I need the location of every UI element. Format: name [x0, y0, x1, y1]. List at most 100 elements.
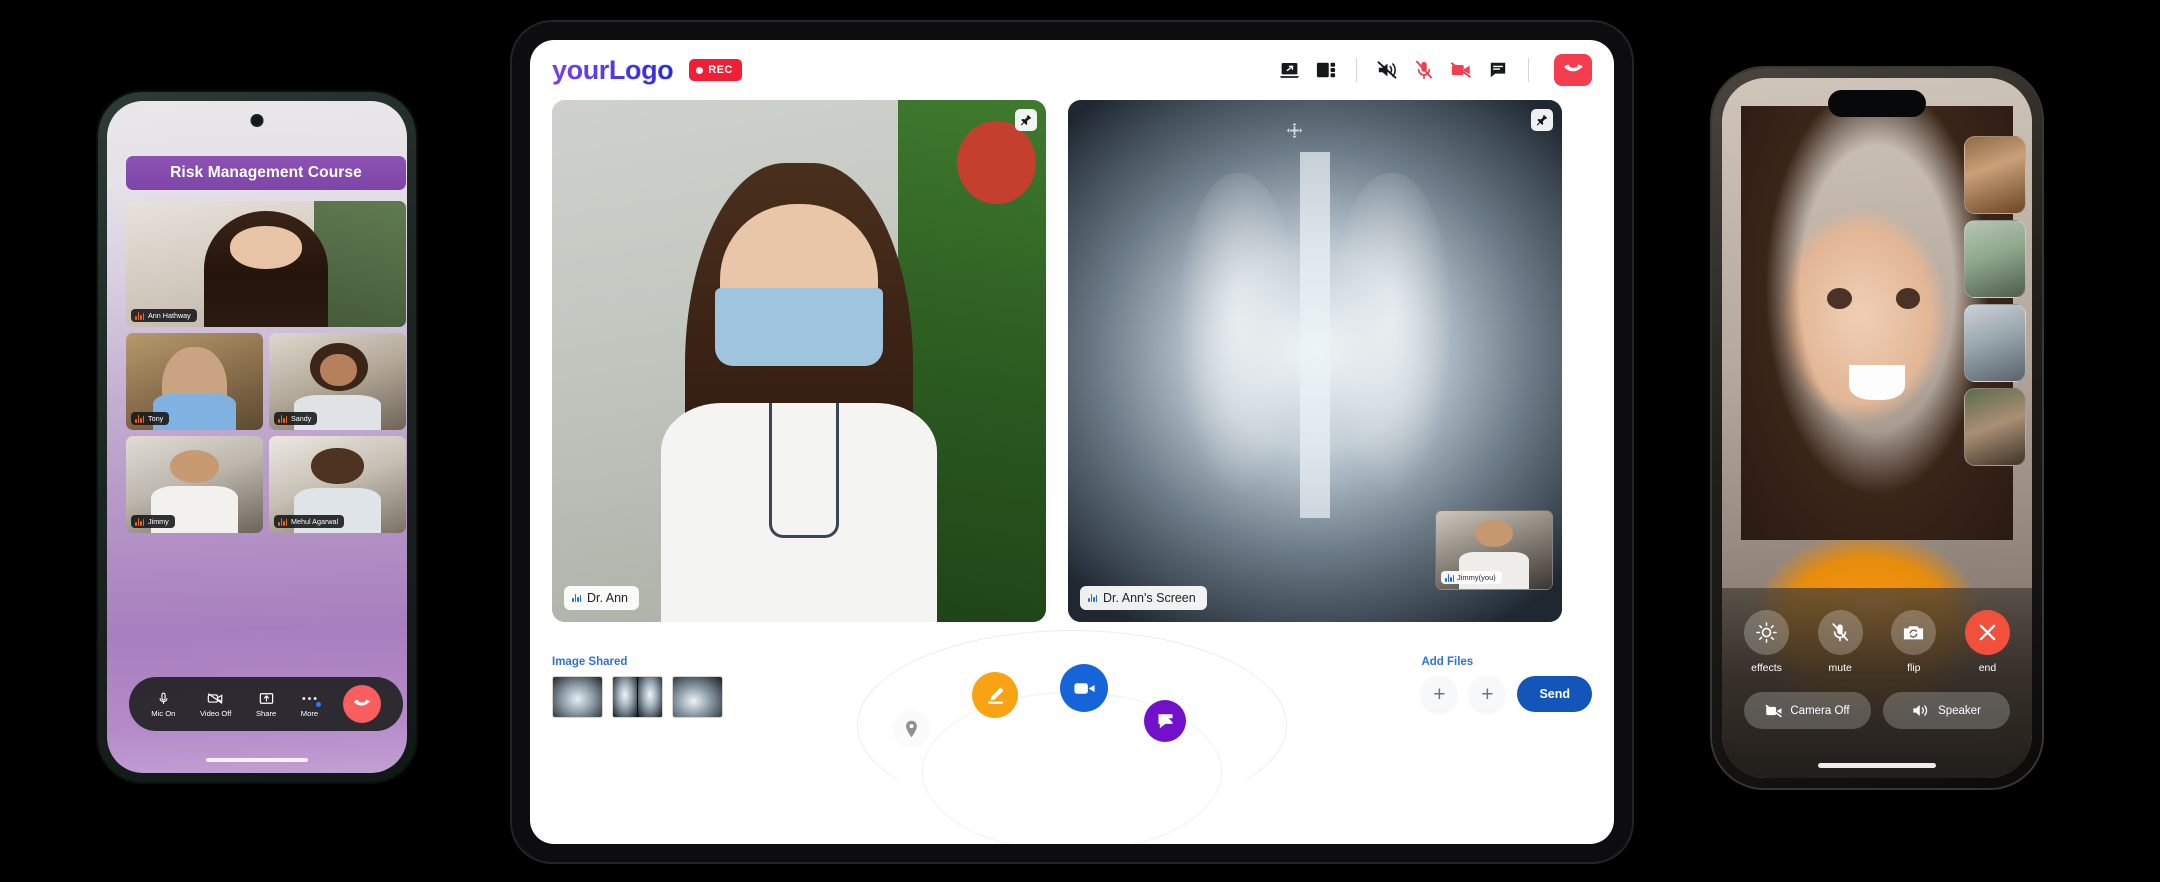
send-button[interactable]: Send: [1517, 676, 1592, 712]
audio-wave-icon: [572, 594, 581, 602]
participant-thumbnail[interactable]: [1964, 388, 2026, 466]
participant-thumbnail[interactable]: [1964, 220, 2026, 298]
video-tile-screen-share[interactable]: Jimmy(you) Dr. Ann's Screen: [1068, 100, 1562, 622]
recording-badge[interactable]: REC: [689, 59, 742, 81]
share-screen-button[interactable]: [1278, 59, 1300, 81]
shared-thumbnail[interactable]: [612, 676, 663, 718]
speaker-off-icon: [1377, 61, 1397, 79]
flip-label: flip: [1907, 662, 1921, 674]
mic-toggle-label: Mic On: [151, 708, 176, 718]
video-toggle-label: Video Off: [199, 708, 232, 718]
mic-toggle-button[interactable]: Mic On: [151, 691, 175, 718]
participant-tile-jimmy[interactable]: Jimmy: [126, 436, 263, 533]
annotate-button[interactable]: [972, 672, 1018, 718]
home-indicator: [1818, 763, 1936, 768]
audio-wave-icon: [1088, 594, 1097, 602]
speaker-label: Speaker: [1938, 704, 1981, 717]
mic-off-button[interactable]: [1413, 59, 1435, 81]
share-button[interactable]: Share: [256, 691, 276, 718]
home-indicator: [206, 758, 308, 762]
end-label: end: [1978, 662, 1997, 674]
plus-icon: +: [1433, 682, 1446, 706]
android-phone-screen: Risk Management Course Ann Hathway Tony …: [107, 101, 407, 773]
app-logo[interactable]: yourLogo: [552, 55, 674, 86]
self-view-pip[interactable]: Jimmy(you): [1435, 510, 1553, 590]
video-tile-doctor[interactable]: Dr. Ann: [552, 100, 1046, 622]
more-button[interactable]: More: [300, 691, 322, 718]
participant-tile-main[interactable]: Ann Hathway: [126, 201, 406, 327]
add-files-label: Add Files: [1421, 656, 1474, 668]
participant-thumbnail-list: [1964, 136, 2026, 472]
record-dot-icon: [696, 66, 704, 74]
bottom-panel: Image Shared Add Files + + Send: [530, 630, 1614, 844]
end-call-button[interactable]: [1554, 54, 1592, 86]
dynamic-island: [1828, 90, 1926, 117]
round-control-row: effects mute flip end: [1744, 610, 2010, 674]
share-upload-icon: [259, 692, 273, 704]
participant-name-badge: Jimmy: [131, 515, 175, 528]
shared-thumbnail[interactable]: [552, 676, 603, 718]
course-title-banner: Risk Management Course: [126, 156, 406, 190]
end-call-icon: [1564, 64, 1583, 72]
participant-tile-tony[interactable]: Tony: [126, 333, 263, 430]
mute-button[interactable]: mute: [1817, 610, 1863, 674]
end-call-button[interactable]: end: [1964, 610, 2010, 674]
open-chat-button[interactable]: [1144, 700, 1186, 742]
camera-off-button[interactable]: Camera Off: [1744, 692, 1871, 729]
audio-wave-icon: [1445, 573, 1454, 582]
share-screen-icon: [1279, 63, 1299, 78]
chat-button[interactable]: [1487, 59, 1509, 81]
end-call-icon: [354, 699, 370, 706]
shared-thumbnail[interactable]: [672, 676, 723, 718]
location-pin-button[interactable]: [892, 710, 930, 748]
add-file-button-2[interactable]: +: [1469, 676, 1506, 712]
participant-name-badge: Tony: [131, 412, 170, 425]
location-pin-icon: [905, 720, 917, 738]
screenshot-stage: Risk Management Course Ann Hathway Tony …: [0, 0, 2160, 882]
layout-view-button[interactable]: [1315, 59, 1337, 81]
speaker-button[interactable]: Speaker: [1883, 692, 2010, 729]
speaker-off-button[interactable]: [1376, 59, 1398, 81]
app-header: yourLogo REC: [530, 40, 1614, 100]
participant-thumbnail[interactable]: [1964, 136, 2026, 214]
participant-tile-sandy[interactable]: Sandy: [269, 333, 406, 430]
mic-off-icon: [1415, 60, 1433, 79]
tile-name-label: Dr. Ann: [564, 586, 639, 610]
pin-icon: [1020, 114, 1032, 126]
audio-wave-icon: [135, 517, 144, 526]
effects-label: effects: [1751, 662, 1782, 674]
header-toolbar: [1278, 54, 1592, 86]
camera-flip-icon: [1904, 625, 1924, 639]
share-button-label: Share: [255, 708, 277, 718]
effects-circle: [1744, 610, 1789, 655]
video-stage: Dr. Ann Jimmy(you) Dr. Ann's Screen: [530, 100, 1614, 622]
more-button-label: More: [300, 708, 319, 718]
move-crosshair-icon: [1286, 122, 1303, 139]
flip-camera-button[interactable]: flip: [1891, 610, 1937, 674]
end-call-button[interactable]: [342, 685, 381, 723]
audio-wave-icon: [135, 311, 144, 320]
notification-dot: [316, 701, 322, 707]
effects-button[interactable]: effects: [1744, 610, 1789, 674]
add-file-button-1[interactable]: +: [1421, 676, 1458, 712]
start-video-button[interactable]: [1060, 664, 1108, 712]
pin-tile-button[interactable]: [1531, 109, 1553, 131]
participant-thumbnail[interactable]: [1964, 304, 2026, 382]
pin-tile-button[interactable]: [1015, 109, 1037, 131]
mic-off-icon: [1832, 622, 1849, 642]
tile-name-label: Dr. Ann's Screen: [1080, 586, 1207, 610]
participant-row-2: Jimmy Mehul Agarwal: [126, 436, 406, 533]
add-files-section: Add Files + + Send: [1421, 656, 1592, 712]
move-tile-handle[interactable]: [1286, 122, 1303, 139]
edit-pencil-icon: [987, 686, 1004, 704]
video-off-button[interactable]: [1450, 59, 1472, 81]
participant-tile-mehul[interactable]: Mehul Agarwal: [269, 436, 406, 533]
front-camera-icon: [250, 114, 264, 127]
audio-wave-icon: [278, 517, 287, 526]
participant-name-badge: Sandy: [274, 412, 318, 425]
audio-wave-icon: [135, 414, 144, 423]
audio-wave-icon: [278, 414, 287, 423]
speaker-icon: [1913, 705, 1928, 716]
toolbar-divider: [1528, 58, 1529, 82]
video-toggle-button[interactable]: Video Off: [200, 691, 231, 718]
